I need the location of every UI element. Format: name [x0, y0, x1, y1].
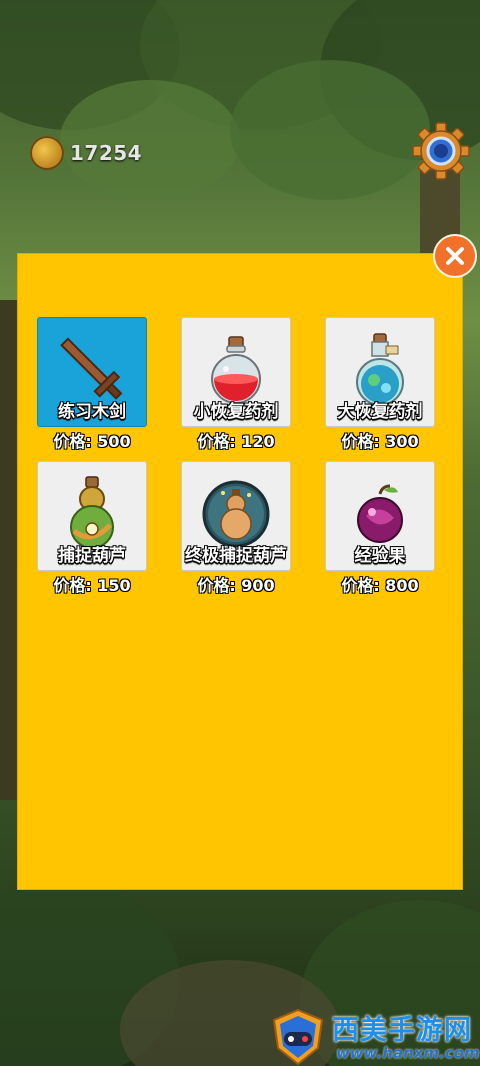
item-name: 终极捕捉葫芦	[185, 546, 287, 566]
item-name: 捕捉葫芦	[58, 546, 126, 566]
exp-fruit-icon	[357, 484, 403, 543]
shop-item-large-potion[interactable]: 大恢复药剂	[325, 317, 435, 427]
item-name: 小恢复药剂	[193, 402, 279, 422]
close-button[interactable]	[433, 234, 477, 278]
close-icon	[446, 247, 464, 265]
item-name: 练习木剑	[58, 402, 126, 422]
ultimate-gourd-icon	[202, 480, 270, 548]
watermark-url: www.hanxm.com	[336, 1044, 480, 1062]
shop-item-capture-gourd[interactable]: 捕捉葫芦	[37, 461, 147, 571]
item-name: 经验果	[354, 546, 406, 566]
item-price: 价格: 900	[197, 576, 275, 595]
item-name: 大恢复药剂	[337, 402, 423, 422]
shop-item-ultimate-gourd[interactable]: 终极捕捉葫芦	[181, 461, 291, 571]
shop-item-exp-fruit[interactable]: 经验果	[325, 461, 435, 571]
red-potion-icon	[211, 336, 261, 404]
item-price: 价格: 150	[53, 576, 131, 595]
gear-icon	[412, 122, 470, 180]
coin-icon	[30, 136, 64, 170]
item-price: 价格: 120	[197, 432, 275, 451]
item-price: 价格: 500	[53, 432, 131, 451]
coin-counter: 17254	[30, 136, 142, 170]
shop-item-small-potion[interactable]: 小恢复药剂	[181, 317, 291, 427]
item-price: 价格: 300	[341, 432, 419, 451]
watermark: 西美手游网 www.hanxm.com	[270, 1008, 480, 1066]
shop-item-wooden-sword[interactable]: 练习木剑	[37, 317, 147, 427]
settings-button[interactable]	[412, 122, 470, 180]
coin-value: 17254	[70, 141, 143, 165]
item-price: 价格: 800	[341, 576, 419, 595]
gamepad-shield-icon	[272, 1008, 324, 1066]
watermark-title: 西美手游网	[332, 1015, 472, 1046]
